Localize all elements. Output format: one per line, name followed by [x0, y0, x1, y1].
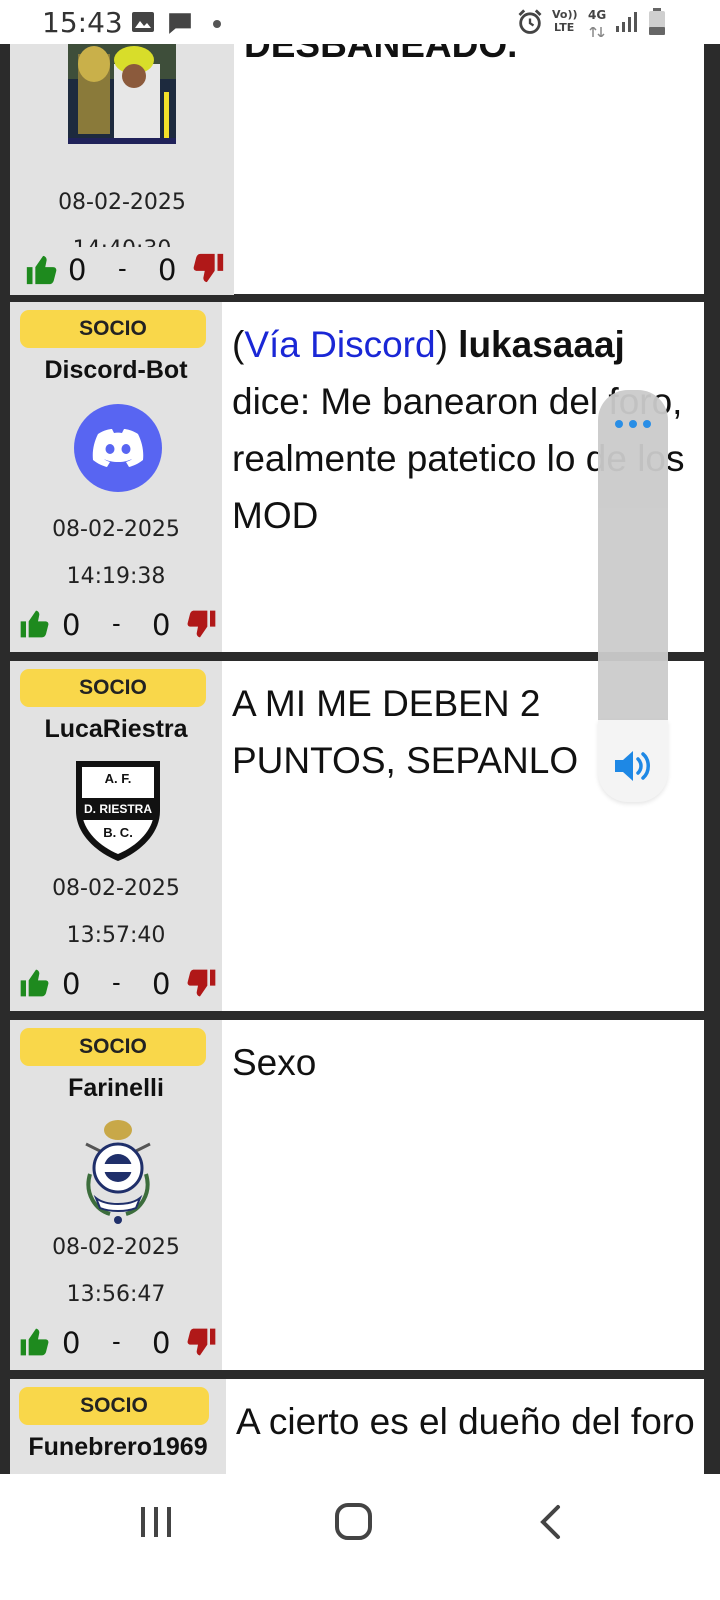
- volume-button[interactable]: [598, 720, 668, 802]
- dislike-count: 0: [158, 253, 177, 287]
- discord-link[interactable]: Vía Discord: [244, 324, 435, 365]
- thumbs-down-icon[interactable]: [192, 251, 226, 285]
- message-text: Sexo: [232, 1042, 317, 1083]
- notification-dot-icon: [212, 16, 222, 34]
- message-prefix: (: [232, 324, 245, 365]
- signal-icon: [615, 10, 639, 39]
- user-avatar[interactable]: [68, 44, 176, 144]
- post-message: A cierto es el dueño del foro: [226, 1379, 704, 1474]
- post-date: 08-02-2025: [58, 190, 186, 215]
- like-count: 0: [62, 967, 81, 1001]
- data-arrows-icon: [589, 24, 605, 42]
- vote-bar: 0 - 0: [10, 247, 234, 295]
- riestra-crest-icon[interactable]: A. F. D. RIESTRA B. C.: [72, 757, 164, 863]
- username[interactable]: Discord-Bot: [10, 356, 222, 385]
- message-text: A cierto es el dueño del foro: [236, 1401, 695, 1442]
- volte-label-top: Vo)): [552, 8, 578, 21]
- navigation-bar: [0, 1474, 720, 1600]
- network-type-label: 4G: [588, 8, 607, 22]
- vote-bar: 0 - 0: [10, 967, 222, 1007]
- thumbs-up-icon[interactable]: [18, 608, 52, 642]
- username[interactable]: Funebrero1969: [10, 1433, 226, 1462]
- like-count: 0: [68, 253, 87, 287]
- post-date: 08-02-2025: [52, 876, 180, 901]
- vote-separator: -: [112, 967, 121, 997]
- gimnasia-crest-icon[interactable]: [76, 1114, 160, 1226]
- home-icon[interactable]: [334, 1502, 374, 1547]
- more-dots-icon[interactable]: [614, 416, 652, 434]
- member-badge: SOCIO: [20, 1028, 206, 1066]
- volte-label-bottom: LTE: [554, 21, 575, 34]
- member-badge: SOCIO: [20, 310, 206, 348]
- crest-text-mid: D. RIESTRA: [83, 802, 152, 816]
- crest-text-bottom: B. C.: [103, 825, 133, 840]
- post-item: SOCIO Funebrero1969 A cierto es el dueño…: [10, 1379, 704, 1474]
- vote-bar: 0 - 0: [10, 1326, 222, 1366]
- post-time: 14:19:38: [66, 564, 166, 589]
- dislike-count: 0: [152, 1326, 171, 1360]
- battery-icon: [648, 8, 666, 41]
- message-suffix: ): [435, 324, 459, 365]
- speaker-icon[interactable]: [613, 748, 653, 789]
- username[interactable]: Farinelli: [10, 1074, 222, 1103]
- message-text: A MI ME DEBEN 2 PUNTOS, SEPANLO: [232, 683, 579, 781]
- thumbs-up-icon[interactable]: [18, 1326, 52, 1360]
- thumbs-down-icon[interactable]: [186, 608, 220, 642]
- message-author[interactable]: lukasaaaj: [458, 324, 625, 365]
- thumbs-up-icon[interactable]: [18, 967, 52, 1001]
- gallery-icon: [131, 10, 155, 39]
- post-time: 13:57:40: [66, 923, 166, 948]
- dislike-count: 0: [152, 967, 171, 1001]
- post-author-panel: SOCIO LucaRiestra A. F. D. RIESTRA B. C.…: [10, 661, 222, 1011]
- post-author-panel: SOCIO Farinelli 08-02-2025 13:56:47 0 - …: [10, 1020, 222, 1370]
- post-message: Sexo: [222, 1020, 704, 1370]
- dislike-count: 0: [152, 608, 171, 642]
- like-count: 0: [62, 1326, 81, 1360]
- discord-logo-icon[interactable]: [74, 404, 162, 492]
- chat-icon: [167, 10, 193, 41]
- crest-text-top: A. F.: [104, 771, 132, 786]
- post-time: 13:56:47: [66, 1282, 166, 1307]
- username[interactable]: LucaRiestra: [10, 715, 222, 744]
- vote-separator: -: [112, 608, 121, 638]
- post-date: 08-02-2025: [52, 1235, 180, 1260]
- post-message: DESBANEADO.: [234, 44, 704, 294]
- alarm-icon: [516, 8, 544, 41]
- back-icon[interactable]: [538, 1504, 564, 1545]
- status-time: 15:43: [42, 6, 123, 39]
- post-author-panel: SOCIO Discord-Bot 08-02-2025 14:19:38 0 …: [10, 302, 222, 652]
- vote-separator: -: [112, 1326, 121, 1356]
- recents-icon[interactable]: [138, 1504, 174, 1545]
- thumbs-up-icon[interactable]: [24, 253, 58, 287]
- member-badge: SOCIO: [19, 1387, 209, 1425]
- post-item: SOCIO Farinelli 08-02-2025 13:56:47 0 - …: [10, 1020, 704, 1370]
- vote-separator: -: [118, 253, 127, 283]
- like-count: 0: [62, 608, 81, 642]
- post-date: 08-02-2025: [52, 517, 180, 542]
- vote-bar: 0 - 0: [10, 608, 222, 648]
- member-badge: SOCIO: [20, 669, 206, 707]
- message-text: DESBANEADO.: [244, 44, 518, 65]
- status-bar: 15:43 Vo)) LTE 4G: [0, 0, 720, 44]
- thumbs-down-icon[interactable]: [186, 1326, 220, 1360]
- volume-slider[interactable]: [598, 390, 668, 720]
- post-author-panel: SOCIO Funebrero1969: [10, 1379, 226, 1474]
- thumbs-down-icon[interactable]: [186, 967, 220, 1001]
